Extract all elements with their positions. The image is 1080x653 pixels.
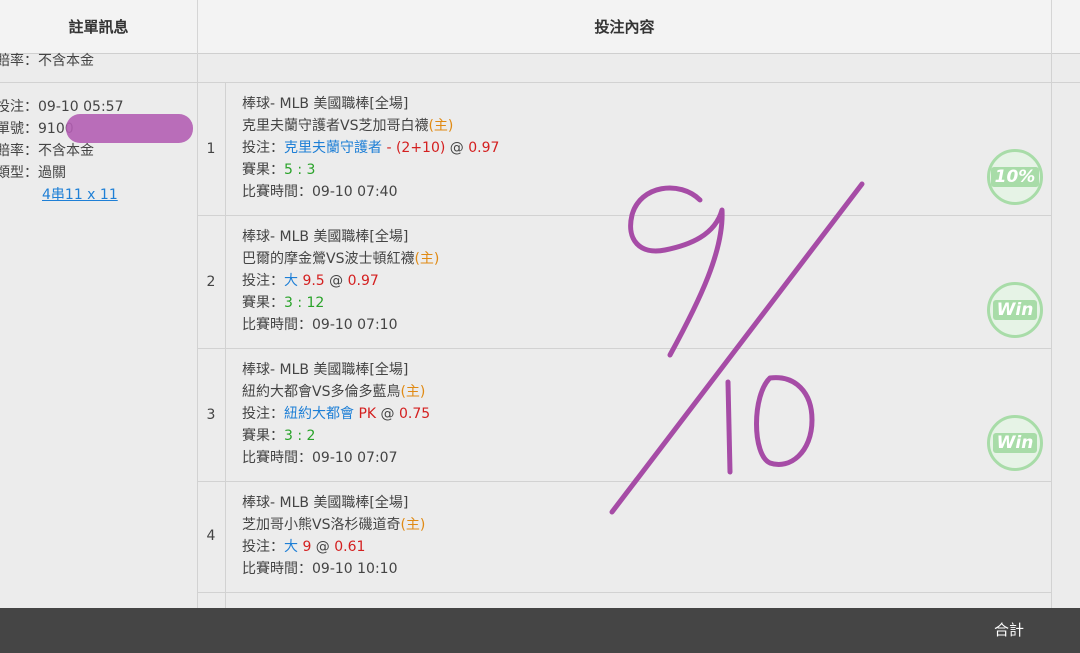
column-header-content: 投注內容 [197, 0, 1052, 54]
pick: 大 [284, 539, 298, 555]
result: 3 : 2 [284, 428, 316, 444]
bet-detail: 棒球- MLB 美國職棒[全場] 克里夫蘭守護者VS芝加哥白襪(主) 投注：克里… [242, 93, 499, 203]
result-stamp: Win [987, 282, 1043, 338]
result-line: 賽果：3 : 2 [242, 428, 316, 444]
result-line: 賽果：3 : 12 [242, 295, 325, 311]
league: 棒球- MLB 美國職棒[全場] [242, 96, 409, 112]
pick-line: 投注：大 9.5 @ 0.97 [242, 273, 379, 289]
result-line: 賽果：5 : 3 [242, 162, 316, 178]
previous-odds-label: 賠率：不含本金 [0, 53, 94, 69]
bet-detail: 棒球- MLB 美國職棒[全場] 芝加哥小熊VS洛杉磯道奇(主) 投注：大 9 … [242, 492, 425, 580]
result: 3 : 12 [284, 295, 325, 311]
previous-ticket-row: 賠率：不含本金 [0, 54, 1080, 83]
odds: 0.75 [398, 406, 431, 422]
bet-detail: 棒球- MLB 美國職棒[全場] 紐約大都會VS多倫多藍鳥(主) 投注：紐約大都… [242, 359, 430, 469]
row-index: 4 [206, 528, 216, 544]
match: 芝加哥小熊VS洛杉磯道奇(主) [242, 517, 426, 533]
pick-line: 投注：大 9 @ 0.61 [242, 539, 366, 555]
home-tag: (主) [400, 517, 426, 533]
home-tag: (主) [414, 251, 440, 267]
result-stamp: Win [987, 415, 1043, 471]
league: 棒球- MLB 美國職棒[全場] [242, 495, 409, 511]
match-time: 比賽時間：09-10 07:10 [242, 317, 398, 333]
odds-type: 賠率：不含本金 [0, 143, 94, 159]
handicap: 9.5 [298, 273, 325, 289]
match-time: 比賽時間：09-10 07:07 [242, 450, 398, 466]
ticket-info: 投注：09-10 05:57 單號：9100 賠率：不含本金 類型：過關 4串1… [0, 96, 123, 206]
pick: 克里夫蘭守護者 [284, 140, 382, 156]
redaction-scribble [66, 114, 193, 143]
handicap: - (2+10) [382, 140, 446, 156]
table-header: 註單訊息 投注內容 [0, 0, 1080, 54]
table-row: 1 棒球- MLB 美國職棒[全場] 克里夫蘭守護者VS芝加哥白襪(主) 投注：… [197, 83, 1052, 216]
league: 棒球- MLB 美國職棒[全場] [242, 229, 409, 245]
row-index: 2 [206, 274, 216, 290]
table-row: 4 棒球- MLB 美國職棒[全場] 芝加哥小熊VS洛杉磯道奇(主) 投注：大 … [197, 482, 1052, 593]
odds: 0.61 [334, 539, 366, 555]
match: 克里夫蘭守護者VS芝加哥白襪(主) [242, 118, 454, 134]
row-index: 3 [206, 407, 216, 423]
league: 棒球- MLB 美國職棒[全場] [242, 362, 409, 378]
odds: 0.97 [468, 140, 500, 156]
match: 巴爾的摩金鶯VS波士頓紅襪(主) [242, 251, 440, 267]
column-header-info: 註單訊息 [68, 18, 129, 36]
result-stamp: 10% [987, 149, 1043, 205]
bet-type: 類型：過關 [0, 165, 66, 181]
parlay-link[interactable]: 4串11 x 11 [42, 187, 118, 203]
match-time: 比賽時間：09-10 07:40 [242, 184, 398, 200]
table-row: 2 棒球- MLB 美國職棒[全場] 巴爾的摩金鶯VS波士頓紅襪(主) 投注：大… [197, 216, 1052, 349]
bet-detail: 棒球- MLB 美國職棒[全場] 巴爾的摩金鶯VS波士頓紅襪(主) 投注：大 9… [242, 226, 439, 336]
pick: 大 [284, 273, 298, 289]
total-label: 合計 [993, 621, 1024, 639]
pick-line: 投注：克里夫蘭守護者 - (2+10) @ 0.97 [242, 140, 500, 156]
home-tag: (主) [400, 384, 426, 400]
pick: 紐約大都會 [284, 406, 354, 422]
row-index: 1 [206, 141, 216, 157]
table-row: 3 棒球- MLB 美國職棒[全場] 紐約大都會VS多倫多藍鳥(主) 投注：紐約… [197, 349, 1052, 482]
match: 紐約大都會VS多倫多藍鳥(主) [242, 384, 426, 400]
footer-bar: 合計 [0, 608, 1080, 653]
home-tag: (主) [428, 118, 454, 134]
handicap: PK [354, 406, 377, 422]
pick-line: 投注：紐約大都會 PK @ 0.75 [242, 406, 431, 422]
odds: 0.97 [347, 273, 379, 289]
match-time: 比賽時間：09-10 10:10 [242, 561, 398, 577]
result: 5 : 3 [284, 162, 316, 178]
handicap: 9 [298, 539, 312, 555]
